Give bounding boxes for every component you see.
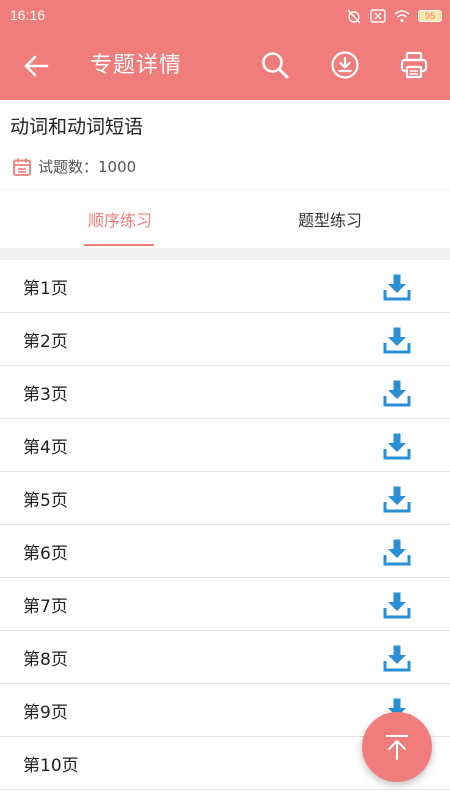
page-label: 第10页 [23,755,79,776]
status-bar: 16:16 95 [0,0,450,32]
tab-label: 顺序练习 [87,211,152,230]
download-icon [383,433,411,460]
page-list: 第1页 第2页 第3页 第4页 第5页 第6页 第7页 第8页 第9页 第10页 [0,260,450,790]
list-item[interactable]: 第4页 [0,419,450,472]
page-label: 第4页 [23,437,68,458]
calendar-icon [13,158,31,176]
page-download-button[interactable] [382,272,412,302]
page-download-button[interactable] [382,431,412,461]
tab-question-type-practice[interactable]: 题型练习 [270,190,390,248]
list-item[interactable]: 第8页 [0,631,450,684]
download-circle-icon [331,51,359,79]
list-item[interactable]: 第1页 [0,260,450,313]
status-time: 16:16 [10,7,46,23]
sim-off-icon [370,9,386,23]
search-button[interactable] [258,48,292,82]
page-label: 第8页 [23,649,68,670]
page-download-button[interactable] [382,484,412,514]
page-label: 第9页 [23,702,68,723]
page-download-button[interactable] [382,643,412,673]
status-icons: 95 [346,7,442,25]
page-label: 第2页 [23,331,68,352]
page-label: 第6页 [23,543,68,564]
wifi-icon [394,10,410,23]
back-button[interactable] [20,50,52,82]
list-item[interactable]: 第5页 [0,472,450,525]
practice-tabs: 顺序练习 题型练习 [0,190,450,248]
page-download-button[interactable] [382,537,412,567]
download-icon [383,486,411,513]
tab-label: 题型练习 [297,211,362,230]
page-download-button[interactable] [382,378,412,408]
download-icon [383,645,411,672]
tab-sequential-practice[interactable]: 顺序练习 [60,190,180,248]
arrow-left-icon [24,55,49,77]
arrow-up-icon [386,735,408,760]
search-icon [262,52,289,79]
list-item[interactable]: 第6页 [0,525,450,578]
page-download-button[interactable] [382,590,412,620]
tab-indicator [84,244,154,246]
list-item[interactable]: 第2页 [0,313,450,366]
section-divider [0,248,450,260]
page-title: 专题详情 [90,53,183,78]
scroll-to-top-button[interactable] [362,712,432,782]
page-label: 第1页 [23,278,68,299]
battery-indicator: 95 [418,10,442,22]
question-count-label: 试题数：1000 [38,158,137,176]
app-bar: 专题详情 [0,32,450,100]
download-icon [383,380,411,407]
download-all-button[interactable] [328,48,362,82]
topic-title: 动词和动词短语 [10,116,144,138]
download-icon [383,539,411,566]
page-download-button[interactable] [382,325,412,355]
download-icon [383,327,411,354]
page-label: 第7页 [23,596,68,617]
print-button[interactable] [397,48,431,82]
alarm-off-icon [347,9,361,24]
download-icon [383,592,411,619]
page-label: 第3页 [23,384,68,405]
download-icon [383,274,411,301]
topic-info: 动词和动词短语 试题数：1000 [0,100,450,190]
list-item[interactable]: 第7页 [0,578,450,631]
list-item[interactable]: 第3页 [0,366,450,419]
page-label: 第5页 [23,490,68,511]
printer-icon [400,51,428,79]
question-count: 试题数：1000 [12,156,136,177]
